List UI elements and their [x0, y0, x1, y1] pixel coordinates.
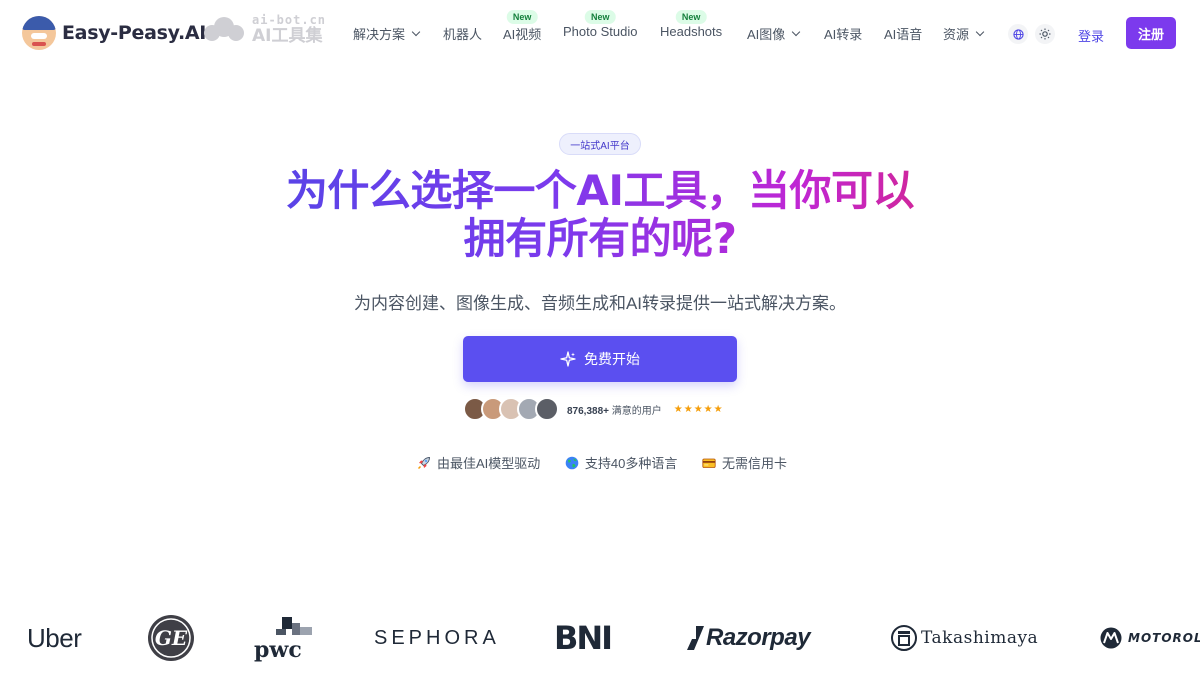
ge-monogram-icon: GE	[148, 615, 194, 661]
top-navigation: Easy-Peasy.AI ai-bot.cn AI工具集 解决方案 机器人 N…	[0, 0, 1200, 66]
menu-item-photo-studio[interactable]: New Photo Studio	[563, 10, 638, 39]
brand-name: Easy-Peasy.AI	[62, 22, 207, 44]
brand-name: Takashimaya	[921, 628, 1039, 648]
menu-item-ai-voice[interactable]: AI语音	[884, 24, 922, 43]
menu-item-bots[interactable]: 机器人	[443, 24, 482, 43]
motorola-batwing-icon	[1100, 627, 1122, 649]
brand-name: Razorpay	[706, 624, 811, 651]
menu-item-label: AI图像	[747, 27, 786, 42]
feature-item: 由最佳AI模型驱动	[417, 453, 540, 472]
sephora-logo: SEPHORA	[374, 610, 500, 666]
user-avatars	[463, 397, 559, 421]
razorpay-logo: Razorpay	[686, 610, 811, 666]
credit-card-icon	[702, 458, 716, 468]
new-badge: New	[675, 10, 707, 24]
brand-name: BNI	[554, 619, 613, 657]
brand-name: MOTOROLA	[1128, 631, 1200, 645]
headline-line-1: 为什么选择一个AI工具，当你可以	[285, 166, 915, 215]
language-button[interactable]	[1008, 24, 1028, 44]
takashimaya-crest-icon	[891, 625, 917, 651]
menu-item-label: 资源	[943, 27, 970, 42]
feature-label: 无需信用卡	[721, 456, 787, 471]
feature-list: 由最佳AI模型驱动 支持40多种语言 无需信用卡	[417, 453, 787, 472]
menu-item-label: Photo Studio	[563, 24, 638, 39]
menu-item-label: 解决方案	[353, 27, 406, 42]
headline-line-2: 拥有所有的呢?	[463, 214, 737, 263]
bni-logo: BNI	[554, 610, 613, 666]
sparkle-icon	[560, 351, 576, 367]
takashimaya-logo: Takashimaya	[891, 610, 1038, 666]
brand-name: Uber	[27, 622, 82, 653]
menu-item-label: AI语音	[884, 27, 923, 42]
feature-item: 支持40多种语言	[565, 453, 677, 472]
menu-item-label: AI转录	[824, 27, 863, 42]
feature-label: 由最佳AI模型驱动	[437, 456, 541, 471]
chevron-down-icon	[975, 27, 985, 36]
partner-domain: ai-bot.cn	[252, 13, 327, 27]
menu-item-ai-video[interactable]: New AI视频	[503, 10, 542, 43]
menu-item-resources[interactable]: 资源	[943, 24, 985, 43]
partner-cloud-icon	[204, 15, 246, 45]
ge-monogram-text: GE	[155, 626, 188, 650]
uber-logo: Uber	[27, 610, 82, 666]
chevron-down-icon	[411, 27, 421, 36]
hero-subline: 为内容创建、图像生成、音频生成和AI转录提供一站式解决方案。	[353, 294, 847, 313]
brand-name: SEPHORA	[374, 626, 500, 649]
feature-item: 无需信用卡	[702, 453, 787, 472]
rocket-icon	[417, 456, 430, 469]
users-count-number: 876,388+	[567, 405, 609, 417]
menu-item-solutions[interactable]: 解决方案	[353, 24, 421, 43]
partner-name: AI工具集	[252, 26, 323, 46]
users-count: 876,388+ 满意的用户	[567, 402, 662, 417]
globe-icon	[565, 456, 579, 469]
users-count-label: 满意的用户	[611, 405, 662, 417]
social-proof: 876,388+ 满意的用户 ★★★★★	[463, 397, 724, 421]
rating-stars: ★★★★★	[673, 403, 724, 415]
menu-item-ai-transcription[interactable]: AI转录	[824, 24, 862, 43]
motorola-logo: MOTOROLA	[1100, 610, 1200, 666]
menu-item-label: Headshots	[660, 24, 723, 39]
brand-logo[interactable]: Easy-Peasy.AI	[22, 16, 206, 50]
partner-watermark: ai-bot.cn AI工具集	[204, 14, 326, 45]
avatar	[535, 397, 559, 421]
brand-name: pwc	[254, 637, 302, 663]
menu-item-ai-image[interactable]: AI图像	[747, 24, 801, 43]
hero-headline: 为什么选择一个AI工具，当你可以 拥有所有的呢?	[200, 167, 1000, 263]
customer-logos: Uber GE pwc SEPHORA BNI Razorpay Takashi…	[0, 610, 1200, 670]
login-link[interactable]: 登录	[1078, 26, 1104, 45]
pwc-blocks-icon	[282, 617, 292, 629]
theme-toggle-button[interactable]	[1035, 24, 1055, 44]
new-badge: New	[584, 10, 616, 24]
new-badge: New	[506, 10, 538, 24]
razorpay-mark-icon	[687, 626, 704, 650]
chevron-down-icon	[792, 27, 801, 36]
ge-logo: GE	[147, 610, 195, 666]
start-free-button[interactable]: 免费开始	[463, 336, 737, 382]
sun-icon	[1039, 28, 1051, 40]
pwc-logo: pwc	[254, 610, 318, 666]
signup-button[interactable]: 注册	[1126, 17, 1176, 49]
start-free-label: 免费开始	[584, 351, 640, 367]
hero-pill-badge: 一站式AI平台	[559, 133, 641, 155]
menu-item-label: 机器人	[443, 27, 483, 42]
globe-icon	[1012, 28, 1024, 40]
menu-item-label: AI视频	[503, 27, 542, 42]
menu-item-headshots[interactable]: New Headshots	[660, 10, 723, 39]
feature-label: 支持40多种语言	[584, 456, 678, 471]
mascot-icon	[22, 16, 56, 50]
